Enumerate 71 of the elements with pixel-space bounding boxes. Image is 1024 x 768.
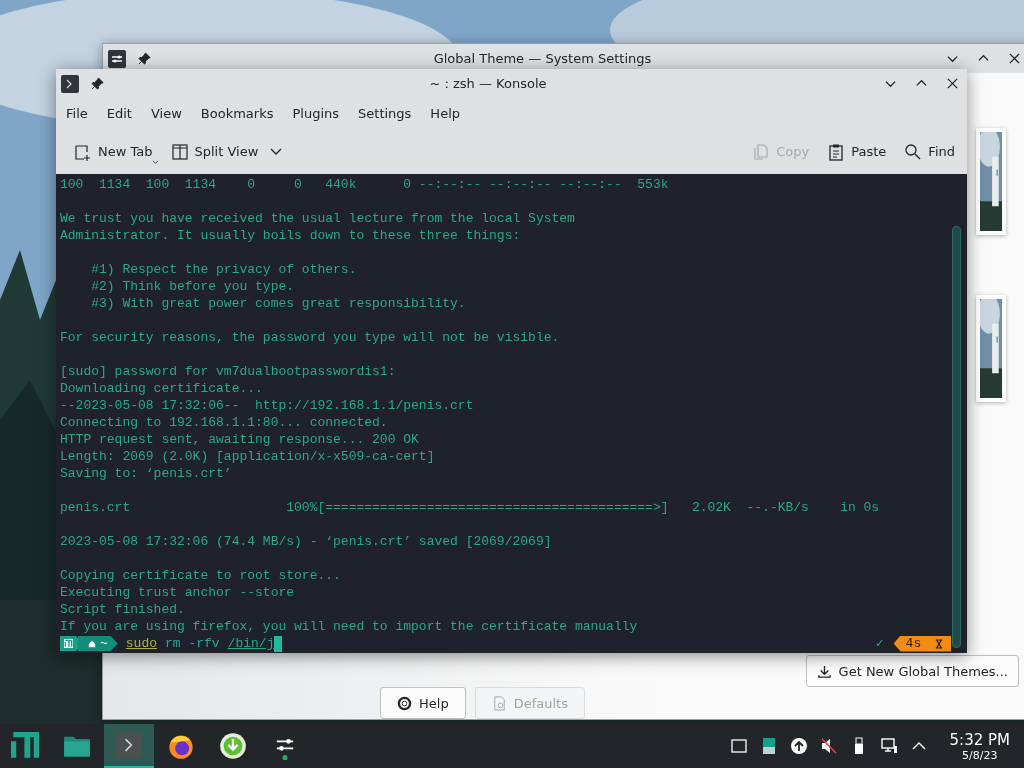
terminal-line: [sudo] password for vm7dualbootpasswordis1:	[60, 363, 397, 380]
terminal-icon	[115, 731, 143, 759]
download-icon	[219, 732, 247, 760]
window-title: Global Theme — System Settings	[432, 51, 653, 66]
menu-item[interactable]: Plugins	[285, 106, 347, 121]
menu-item[interactable]: View	[143, 106, 189, 121]
terminal-line: #2) Think before you type.	[90, 278, 296, 295]
terminal-line: #1) Respect the privacy of others.	[90, 261, 358, 278]
home-icon	[88, 639, 96, 648]
clipboard-icon	[827, 142, 846, 161]
command-path: /bin/j	[227, 635, 275, 652]
document-icon	[491, 695, 507, 711]
terminal-line: We trust you have received the usual lecture from the local System	[60, 210, 576, 227]
get-new-themes-button[interactable]: Get New Global Themes...	[805, 655, 1019, 687]
terminal-line: If you are using firefox, you will need to import the certificate manually	[60, 618, 639, 635]
terminal-line: --2023-05-08 17:32:06-- http://192.168.1.1/penis.crt	[60, 397, 475, 414]
directory-label: ~	[100, 635, 108, 652]
terminal-line: Downloading certificate...	[60, 380, 264, 397]
split-view-button[interactable]: Split View	[164, 138, 289, 165]
terminal-line: 2023-05-08 17:32:06 (74.4 MB/s) - ‘penis.crt’ saved [2069/2069]	[60, 533, 553, 550]
terminal-line: 100 1134 100 1134 0 0 440k 0 --:--:-- --:--:-- --:--:-- 553k	[60, 176, 670, 193]
menu-item[interactable]: File	[59, 106, 95, 121]
terminal-icon	[61, 74, 79, 93]
text-cursor	[274, 635, 283, 652]
command-arguments: rm -rfv	[165, 635, 220, 652]
command-name: sudo	[125, 635, 158, 652]
app-icon	[108, 49, 126, 68]
terminal-line: penis.crt 100%[==========================================>] 2.02K --.-KB/s in 0s	[60, 499, 881, 516]
chevron-icon	[270, 147, 283, 156]
copy-icon	[752, 142, 771, 161]
terminal-line: HTTP request sent, awaiting response... 200 OK	[60, 431, 420, 448]
terminal-line: Connecting to 192.168.1.1:80... connected.	[60, 414, 389, 431]
hourglass-icon	[935, 638, 943, 649]
terminal-line: Length: 2069 (2.0K) [application/x-x509-ca-cert]	[60, 448, 436, 465]
close-icon[interactable]	[946, 77, 959, 90]
terminal-line: Administrator. It usually boils down to these three things:	[60, 227, 522, 244]
menu-item[interactable]: Edit	[99, 106, 139, 121]
help-button[interactable]: Help	[380, 687, 466, 719]
terminal-line: Copying certificate to root store...	[60, 567, 342, 584]
muted-speaker-icon[interactable]	[819, 737, 838, 755]
clock-time[interactable]: 5:32 PM	[949, 730, 1010, 749]
terminal-line: Saving to: ‘penis.crt’	[60, 465, 233, 482]
columns-icon	[170, 142, 189, 161]
terminal-line: For security reasons, the password you type will not be visible.	[60, 329, 561, 346]
menu-item[interactable]: Help	[423, 106, 467, 121]
caret-icon	[151, 159, 159, 165]
terminal-line: Script finished.	[60, 601, 186, 618]
status-mark: ✓	[875, 635, 884, 652]
find-button[interactable]: Find	[898, 138, 961, 165]
terminal-line: Executing trust anchor --store	[60, 584, 296, 601]
logo-icon	[11, 732, 39, 760]
pin-icon[interactable]	[91, 77, 104, 90]
menu-item[interactable]: Bookmarks	[193, 106, 281, 121]
pin-icon[interactable]	[138, 52, 151, 65]
duration-badge: 4s	[893, 635, 951, 652]
new-tab-button[interactable]: New Tab	[68, 138, 159, 165]
logo-icon	[64, 639, 73, 648]
paste-button[interactable]: Paste	[821, 138, 893, 165]
search-icon	[904, 142, 923, 161]
scrollbar[interactable]	[952, 226, 961, 648]
terminal-line: #3) With great power comes great responsibility.	[90, 295, 467, 312]
close-icon[interactable]	[1008, 52, 1021, 65]
network-icon[interactable]	[879, 737, 898, 755]
lifebuoy-icon	[397, 695, 412, 711]
window-title: ~ : zsh — Konsole	[428, 76, 548, 91]
menu-item[interactable]: Settings	[351, 106, 419, 121]
new-tab-icon	[74, 142, 92, 161]
show-desktop-icon[interactable]	[729, 737, 748, 755]
download-icon	[816, 663, 832, 679]
upload-icon[interactable]	[789, 737, 808, 755]
clock-date[interactable]: 5/8/23	[962, 748, 998, 762]
